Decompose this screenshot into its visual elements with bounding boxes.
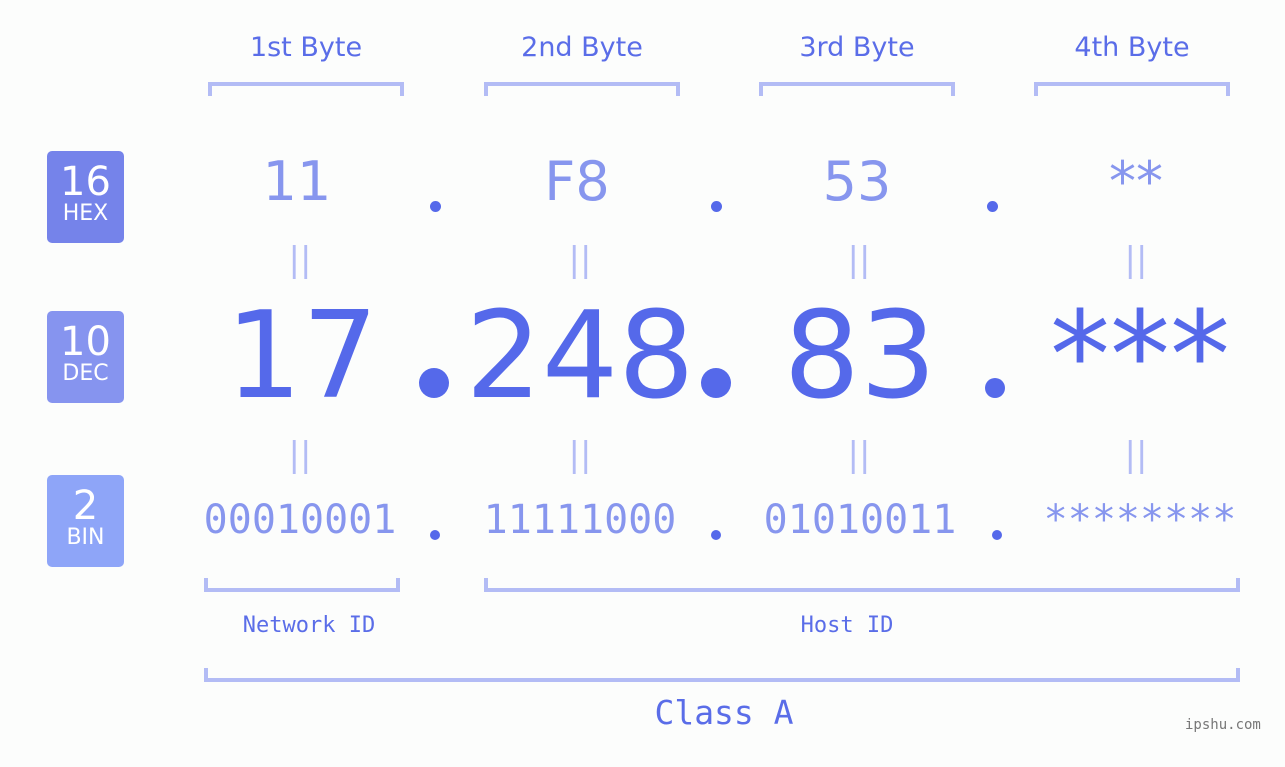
- bin-dot-2: [711, 530, 721, 540]
- equals-sign: ||: [847, 240, 871, 280]
- hex-label: HEX: [62, 201, 109, 226]
- dec-badge: 10 DEC: [47, 311, 124, 403]
- equals-sign: ||: [568, 240, 592, 280]
- hex-dot-2: [711, 201, 722, 212]
- network-id-label: Network ID: [242, 613, 376, 638]
- host-id-bracket: [484, 578, 1240, 592]
- bin-base: 2: [72, 483, 99, 529]
- class-label: Class A: [654, 693, 794, 732]
- byte-title-2: 2nd Byte: [521, 32, 643, 63]
- bin-value-4: ********: [1043, 497, 1237, 543]
- bin-value-1: 00010001: [203, 497, 397, 543]
- hex-base: 16: [60, 159, 111, 205]
- hex-value-1: 11: [262, 150, 332, 213]
- bin-dot-3: [992, 530, 1002, 540]
- bin-badge: 2 BIN: [47, 475, 124, 567]
- equals-sign: ||: [1124, 435, 1148, 475]
- equals-sign: ||: [288, 435, 312, 475]
- dec-base: 10: [60, 319, 111, 365]
- dec-value-1: 17: [225, 287, 379, 426]
- class-bracket: [204, 668, 1240, 682]
- bin-dot-1: [430, 530, 440, 540]
- watermark: ipshu.com: [1185, 717, 1261, 733]
- bin-label: BIN: [66, 525, 105, 550]
- dec-dot-1: [419, 368, 449, 398]
- bin-value-2: 11111000: [483, 497, 677, 543]
- hex-value-4: **: [1109, 150, 1163, 213]
- byte-bracket-3: [759, 82, 955, 96]
- hex-value-2: F8: [544, 150, 610, 213]
- hex-dot-1: [430, 201, 441, 212]
- dec-value-2: 248: [465, 287, 695, 426]
- dec-dot-3: [985, 378, 1005, 398]
- hex-value-3: 53: [822, 150, 892, 213]
- network-id-bracket: [204, 578, 400, 592]
- byte-title-4: 4th Byte: [1074, 32, 1190, 63]
- byte-title-3: 3rd Byte: [799, 32, 915, 63]
- byte-bracket-2: [484, 82, 680, 96]
- dec-dot-2: [701, 368, 731, 398]
- hex-dot-3: [987, 201, 998, 212]
- equals-sign: ||: [1124, 240, 1148, 280]
- host-id-label: Host ID: [800, 613, 894, 638]
- byte-title-1: 1st Byte: [249, 32, 363, 63]
- dec-label: DEC: [62, 361, 109, 386]
- byte-bracket-1: [208, 82, 404, 96]
- dec-value-4: ***: [1050, 287, 1230, 426]
- equals-sign: ||: [847, 435, 871, 475]
- equals-sign: ||: [568, 435, 592, 475]
- byte-bracket-4: [1034, 82, 1230, 96]
- equals-sign: ||: [288, 240, 312, 280]
- bin-value-3: 01010011: [763, 497, 957, 543]
- hex-badge: 16 HEX: [47, 151, 124, 243]
- dec-value-3: 83: [783, 287, 937, 426]
